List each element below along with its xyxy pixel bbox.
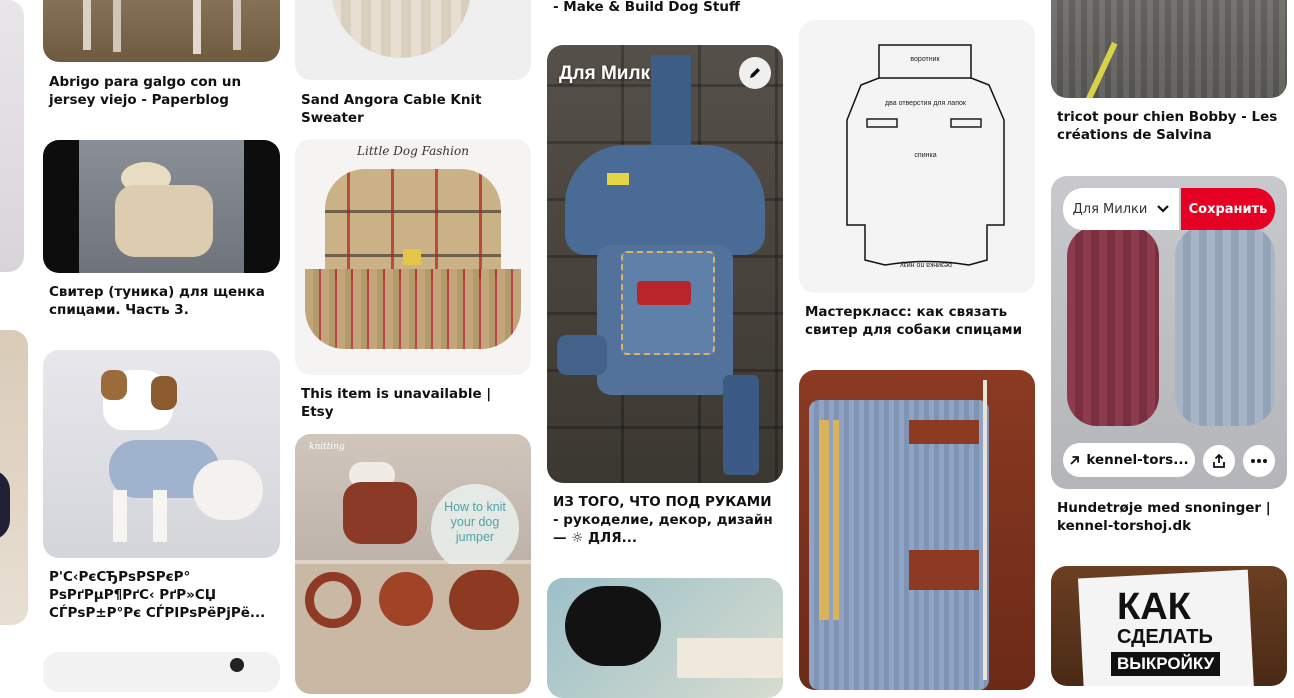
pin-image-how-to-make-pattern[interactable]: КАК СДЕЛАТЬ ВЫКРОЙКУ <box>1051 566 1287 686</box>
pin-caption[interactable]: Свитер (туника) для щенка спицами. Часть… <box>49 283 274 319</box>
pin-image-puppy-tunic[interactable] <box>43 140 280 273</box>
pin-caption[interactable]: Мастеркласс: как связать свитер для соба… <box>805 303 1033 339</box>
arrow-up-right-icon <box>1070 455 1080 465</box>
pin-caption[interactable]: tricot pour chien Bobby - Les créations … <box>1057 108 1282 144</box>
pattern-text: резинка по низу <box>900 261 952 268</box>
pin-image-sweater-pattern[interactable]: воротник два отверстия для лапок спинка … <box>799 20 1035 293</box>
pin-image-jack-russell-sweater[interactable] <box>43 350 280 558</box>
chevron-down-icon <box>1157 205 1170 213</box>
pin-caption[interactable]: Р'С‹РєСЂРѕРЅРєР° РѕРґРµР¶РґС‹ РґР»СЏ СЃР… <box>49 568 274 622</box>
image-watermark-text: Little Dog Fashion <box>357 144 469 158</box>
knitting-logo-text: knitting <box>309 442 345 452</box>
pin-image-knitting-in-progress[interactable] <box>799 370 1035 690</box>
pin-image-angora-sweater[interactable] <box>295 0 531 80</box>
pin-caption[interactable]: This item is unavailable | Etsy <box>301 385 526 421</box>
pin-image-denim-dog-vest[interactable]: Для Милки <box>547 45 783 483</box>
pin-image-greyhound-coat[interactable] <box>43 0 280 62</box>
pattern-text: спинка <box>914 152 937 159</box>
pin-image-bobby-sweater[interactable] <box>1051 0 1287 98</box>
share-button[interactable] <box>1203 445 1235 477</box>
board-select[interactable]: Для Милки <box>1063 188 1179 230</box>
pin-caption[interactable]: - Make & Build Dog Stuff <box>553 0 778 16</box>
pin-caption[interactable]: Abrigo para galgo con un jersey viejo - … <box>49 73 274 109</box>
pin-image-knit-dog-jumper[interactable]: knitting How to knit your dog jumper <box>295 434 531 694</box>
pin-caption[interactable]: Hundetrøje med snoninger | kennel-torsho… <box>1057 499 1282 535</box>
pattern-text: воротник <box>910 56 940 63</box>
pencil-icon <box>750 68 760 78</box>
image-heading: ВЫКРОЙКУ <box>1111 652 1221 676</box>
source-link-button[interactable]: kennel-tors... <box>1063 443 1195 477</box>
pin-caption[interactable]: ИЗ ТОГО, ЧТО ПОД РУКАМИ - рукоделие, дек… <box>553 493 778 547</box>
share-icon <box>1213 453 1225 468</box>
board-name: Для Милки <box>1072 201 1148 217</box>
pin-image-partial-left-1[interactable] <box>0 0 24 272</box>
more-icon <box>1251 459 1267 463</box>
save-button[interactable]: Сохранить <box>1181 188 1275 230</box>
board-label: Для Милки <box>559 63 662 84</box>
how-to-knit-text: How to knit your dog jumper <box>444 500 506 544</box>
image-heading: СДЕЛАТЬ <box>1117 626 1213 648</box>
pin-caption[interactable]: Sand Angora Cable Knit Sweater <box>301 91 526 127</box>
pin-image-plaid-dog-dress[interactable]: Little Dog Fashion <box>295 139 531 375</box>
pin-image-partial-bottom[interactable] <box>43 652 280 692</box>
pin-image-partial-left-2[interactable] <box>0 330 28 625</box>
pin-image-black-dog[interactable] <box>547 578 783 698</box>
image-heading: КАК <box>1117 586 1191 628</box>
edit-pin-button[interactable] <box>739 57 771 89</box>
pin-image-cable-knit-dog-sweaters[interactable]: Для Милки Сохранить kennel-tors... <box>1051 176 1287 489</box>
more-options-button[interactable] <box>1243 445 1275 477</box>
source-link-label: kennel-tors... <box>1086 452 1189 468</box>
pattern-text: два отверстия для лапок <box>885 100 966 107</box>
